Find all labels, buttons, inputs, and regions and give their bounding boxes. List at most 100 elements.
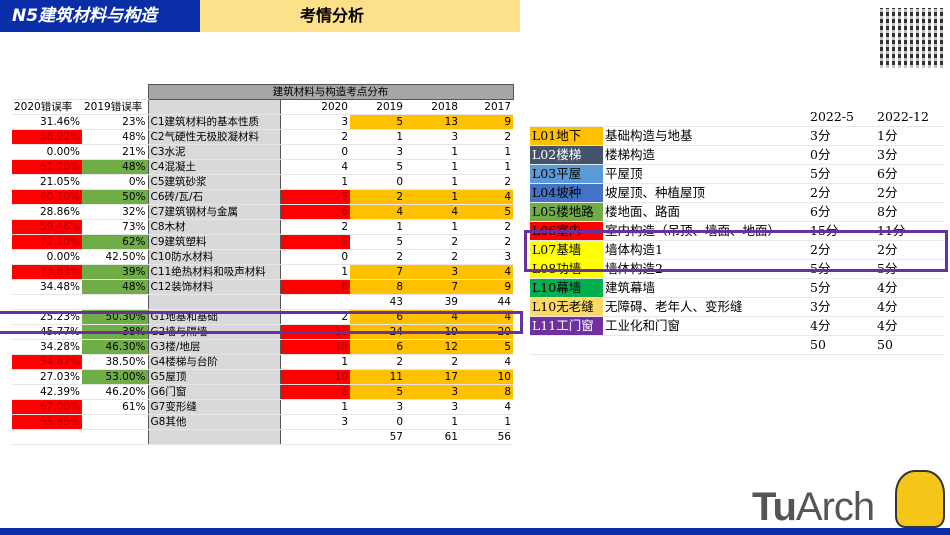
year-count: 2	[405, 234, 460, 250]
year-count: 3	[280, 414, 350, 430]
table-row: L05楼地路 楼地面、路面 6分 8分	[530, 202, 945, 222]
year-count: 3	[405, 264, 460, 280]
score-2022-5: 50	[808, 335, 875, 355]
year-count: 4	[460, 264, 513, 280]
error-rate-2019: 48%	[82, 279, 148, 295]
period-header: 2022-12	[875, 108, 945, 127]
error-rate-2020: 0.00%	[12, 144, 82, 160]
year-count: 39	[405, 294, 460, 310]
module-description	[603, 335, 808, 355]
year-count: 5	[460, 339, 513, 355]
mascot-icon	[895, 470, 945, 528]
year-count: 2	[460, 219, 513, 235]
topic-name: G6门窗	[147, 384, 281, 400]
table-row: 60.10% 50% C6砖/瓦/石 5 2 1 4	[12, 189, 513, 205]
module-description: 楼地面、路面	[603, 202, 808, 222]
score-2022-5: 6分	[808, 202, 875, 222]
module-code: L10幕墙	[530, 278, 603, 298]
year-count: 1	[280, 264, 350, 280]
table-row: L04坡种 坡屋顶、种植屋顶 2分 2分	[530, 183, 945, 203]
table-title: 建筑材料与构造考点分布	[147, 84, 514, 100]
error-rate-2019: 46.30%	[82, 339, 148, 355]
topic-name: C5建筑砂浆	[147, 174, 281, 190]
year-count: 1	[460, 144, 513, 160]
score-2022-12: 3分	[875, 145, 945, 165]
score-2022-5: 4分	[808, 316, 875, 336]
year-count: 1	[280, 354, 350, 370]
topic-name: G5屋顶	[147, 369, 281, 385]
table-row: 34.28% 46.30% G3楼/地层 18 6 12 5	[12, 339, 513, 355]
year-count: 0	[350, 414, 405, 430]
year-count: 10	[280, 369, 350, 385]
section-title: 考情分析	[200, 0, 520, 32]
error-rate-2020: 59.46%	[12, 219, 82, 235]
year-count: 1	[350, 219, 405, 235]
error-rate-2020: 21.05%	[12, 174, 82, 190]
year-count: 1	[405, 144, 460, 160]
error-rate-2020: 51.20%	[12, 159, 82, 175]
score-2022-12: 50	[875, 335, 945, 355]
table-row: 21.05% 0% C5建筑砂浆 1 0 1 2	[12, 174, 513, 190]
score-2022-5: 0分	[808, 145, 875, 165]
module-description: 工业化和门窗	[603, 316, 808, 336]
error-rate-2019: 50%	[82, 189, 148, 205]
module-description: 无障碍、老年人、变形缝	[603, 297, 808, 317]
header-row: 2022-5 2022-12	[530, 108, 945, 127]
bottom-bar	[0, 528, 950, 535]
topic-name: G8其他	[147, 414, 281, 430]
year-count: 2	[405, 354, 460, 370]
year-count: 2	[280, 129, 350, 145]
year-count: 17	[405, 369, 460, 385]
year-count: 11	[350, 369, 405, 385]
year-count: 1	[405, 219, 460, 235]
table-row: 54.67% 38.50% G4楼梯与台阶 1 2 2 4	[12, 354, 513, 370]
year-count: 4	[280, 159, 350, 175]
year-count: 3	[460, 249, 513, 265]
year-count: 5	[460, 204, 513, 220]
error-rate-2020: 54.67%	[12, 354, 82, 370]
year-count: 2	[350, 189, 405, 205]
table-row: 34.48% 48% C12装饰材料 8 8 7 9	[12, 279, 513, 295]
error-rate-2020: 67.00%	[12, 399, 82, 415]
year-count: 8	[350, 279, 405, 295]
year-count: 9	[460, 279, 513, 295]
year-count: 6	[280, 204, 350, 220]
error-rate-2019: 23%	[82, 114, 148, 130]
year-count: 3	[350, 144, 405, 160]
error-rate-2020: 34.48%	[12, 279, 82, 295]
table-row: 51.20% 48% C4混凝土 4 5 1 1	[12, 159, 513, 175]
table-row: 0.00% 21% C3水泥 0 3 1 1	[12, 144, 513, 160]
error-rate-2020: 55.85%	[12, 414, 82, 430]
module-code: L05楼地路	[530, 202, 603, 222]
year-count: 4	[405, 204, 460, 220]
year-count: 1	[460, 159, 513, 175]
year-count: 6	[280, 384, 350, 400]
year-count: 1	[350, 129, 405, 145]
score-2022-5: 2分	[808, 183, 875, 203]
year-count: 12	[405, 339, 460, 355]
year-count: 8	[280, 279, 350, 295]
error-rate-2020	[12, 294, 82, 310]
year-count: 4	[460, 189, 513, 205]
error-rate-2019: 38.50%	[82, 354, 148, 370]
topic-name	[147, 429, 281, 445]
error-rate-2020: 34.28%	[12, 339, 82, 355]
table-row: L10无老缝 无障碍、老年人、变形缝 3分 4分	[530, 297, 945, 317]
rate-header-2019: 2019错误率	[82, 99, 148, 115]
topic-name: C9建筑塑料	[147, 234, 281, 250]
year-count: 1	[405, 174, 460, 190]
table-row: 50 50	[530, 335, 945, 355]
module-code: L02楼梯	[530, 145, 603, 165]
error-rate-2019: 42.50%	[82, 249, 148, 265]
materials-distribution-table: 建筑材料与构造考点分布 2020错误率 2019错误率 2020 2019 20…	[12, 84, 514, 445]
year-header: 2017	[460, 99, 513, 115]
year-count: 1	[280, 174, 350, 190]
year-count: 56	[460, 429, 513, 445]
table-row: 0.00% 42.50% C10防水材料 0 2 2 3	[12, 249, 513, 265]
topic-name: C11绝热材料和吸声材料	[147, 264, 281, 280]
score-2022-5: 3分	[808, 297, 875, 317]
error-rate-2020: 60.10%	[12, 189, 82, 205]
year-count: 43	[350, 294, 405, 310]
year-count: 3	[350, 399, 405, 415]
year-count: 4	[460, 399, 513, 415]
